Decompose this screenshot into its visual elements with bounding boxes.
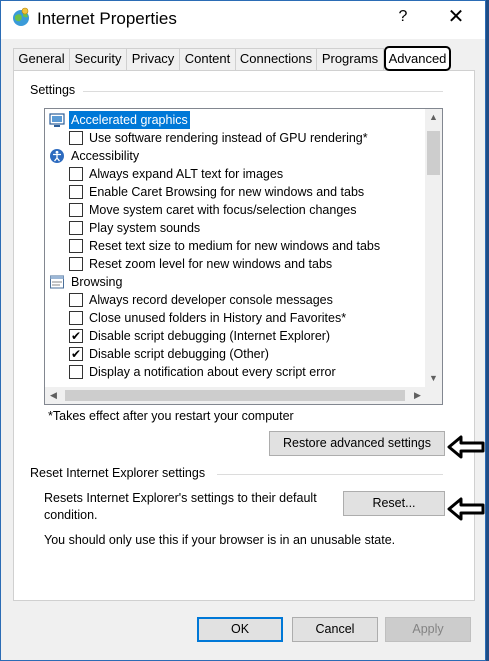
setting-label: Disable script debugging (Internet Explo… (89, 329, 331, 343)
scroll-up-icon[interactable]: ▲ (425, 109, 442, 126)
help-button[interactable]: ? (391, 5, 415, 29)
tab-advanced[interactable]: Advanced (384, 46, 451, 71)
accessibility-icon (50, 149, 64, 163)
cancel-button[interactable]: Cancel (292, 617, 378, 642)
reset-warning: You should only use this if your browser… (44, 533, 396, 547)
checkbox[interactable] (69, 131, 83, 145)
horizontal-scroll-thumb[interactable] (65, 390, 405, 401)
settings-group-label: Settings (30, 83, 76, 97)
scroll-down-icon[interactable]: ▼ (425, 370, 442, 387)
vertical-scroll-thumb[interactable] (427, 131, 440, 175)
setting-label: Display a notification about every scrip… (89, 365, 336, 379)
settings-group-divider (83, 91, 443, 92)
tab-content[interactable]: Content (179, 48, 236, 70)
checkbox[interactable] (69, 311, 83, 325)
internet-properties-window: Internet Properties ? ✕ General Security… (0, 0, 486, 661)
setting-label: Close unused folders in History and Favo… (89, 311, 347, 325)
restore-advanced-settings-button[interactable]: Restore advanced settings (269, 431, 445, 456)
browsing-icon (50, 275, 64, 289)
scroll-left-icon[interactable]: ◀ (45, 387, 62, 404)
apply-button[interactable]: Apply (385, 617, 471, 642)
reset-group-label: Reset Internet Explorer settings (30, 466, 206, 480)
internet-globe-icon (13, 7, 29, 26)
setting-label: Use software rendering instead of GPU re… (89, 131, 368, 145)
checkbox[interactable] (69, 365, 83, 379)
checkbox[interactable] (69, 293, 83, 307)
tab-security[interactable]: Security (69, 48, 127, 70)
category-label: Accelerated graphics (69, 111, 190, 129)
scroll-right-icon[interactable]: ▶ (409, 387, 426, 404)
tab-connections[interactable]: Connections (235, 48, 317, 70)
checkbox[interactable] (69, 221, 83, 235)
setting-label: Reset zoom level for new windows and tab… (89, 257, 333, 271)
tab-general[interactable]: General (13, 48, 70, 70)
checkbox[interactable] (69, 185, 83, 199)
reset-button[interactable]: Reset... (343, 491, 445, 516)
close-button[interactable]: ✕ (441, 3, 471, 31)
annotation-arrow-icon (447, 497, 485, 521)
setting-label: Enable Caret Browsing for new windows an… (89, 185, 365, 199)
title-bar[interactable]: Internet Properties ? ✕ (1, 1, 485, 39)
setting-label: Move system caret with focus/selection c… (89, 203, 357, 217)
checkbox-checked[interactable]: ✔ (69, 329, 83, 343)
window-title: Internet Properties (37, 9, 177, 28)
setting-label: Play system sounds (89, 221, 201, 235)
category-label: Accessibility (71, 149, 140, 163)
annotation-arrow-icon (447, 435, 485, 459)
category-label: Browsing (71, 275, 123, 289)
setting-label: Always expand ALT text for images (89, 167, 284, 181)
ok-button[interactable]: OK (197, 617, 283, 642)
checkbox[interactable] (69, 203, 83, 217)
scrollbar-corner (425, 387, 442, 404)
tab-programs[interactable]: Programs (316, 48, 384, 70)
vertical-scrollbar[interactable]: ▲ ▼ (425, 109, 442, 387)
checkbox[interactable] (69, 167, 83, 181)
checkbox[interactable] (69, 257, 83, 271)
monitor-icon (49, 113, 65, 127)
setting-label: Disable script debugging (Other) (89, 347, 269, 361)
horizontal-scrollbar[interactable]: ◀ ▶ (45, 387, 426, 404)
reset-group-divider (217, 474, 443, 475)
setting-label: Reset text size to medium for new window… (89, 239, 381, 253)
tab-privacy[interactable]: Privacy (126, 48, 180, 70)
settings-tree[interactable]: Accelerated graphics Use software render… (44, 108, 443, 405)
reset-description: Resets Internet Explorer's settings to t… (44, 491, 317, 522)
restart-footnote: *Takes effect after you restart your com… (48, 409, 294, 423)
checkbox[interactable] (69, 239, 83, 253)
setting-label: Always record developer console messages (89, 293, 333, 307)
checkbox-checked[interactable]: ✔ (69, 347, 83, 361)
